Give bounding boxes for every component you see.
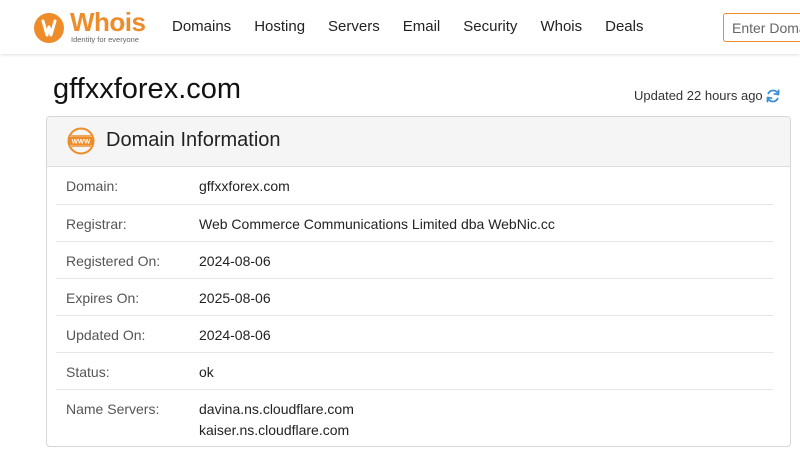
- nav-domains[interactable]: Domains: [172, 18, 231, 35]
- nav-whois[interactable]: Whois: [540, 18, 582, 35]
- row-label: Expires On:: [66, 290, 140, 306]
- row-label: Domain:: [66, 178, 119, 194]
- www-icon: WWW: [67, 127, 95, 155]
- nav-deals[interactable]: Deals: [605, 18, 643, 35]
- nav-servers[interactable]: Servers: [328, 18, 380, 35]
- refresh-icon[interactable]: [765, 88, 781, 104]
- logo-tagline: Identity for everyone: [71, 35, 139, 44]
- info-row-status: Status: ok: [56, 353, 773, 390]
- info-row-updated-on: Updated On: 2024-08-06: [56, 316, 773, 353]
- row-value: 2025-08-06: [199, 290, 271, 306]
- top-navbar: Whois Identity for everyone Domains Host…: [0, 0, 800, 54]
- info-row-domain: Domain: gffxxforex.com: [56, 167, 773, 205]
- nav-email[interactable]: Email: [403, 18, 441, 35]
- info-row-name-servers: Name Servers: davina.ns.cloudflare.com k…: [56, 390, 773, 446]
- row-value: ok: [199, 364, 214, 380]
- logo-mark-icon: [34, 13, 64, 43]
- name-server-2: kaiser.ns.cloudflare.com: [199, 422, 350, 438]
- updated-timestamp: Updated 22 hours ago: [634, 88, 763, 103]
- row-label: Registrar:: [66, 216, 127, 232]
- row-label: Name Servers:: [66, 401, 160, 417]
- card-title: Domain Information: [106, 129, 281, 151]
- row-label: Updated On:: [66, 327, 146, 343]
- svg-text:WWW: WWW: [72, 139, 91, 146]
- info-row-expires-on: Expires On: 2025-08-06: [56, 279, 773, 316]
- main-nav: Domains Hosting Servers Email Security W…: [172, 18, 666, 35]
- nav-security[interactable]: Security: [463, 18, 517, 35]
- domain-info-card: WWW Domain Information Domain: gffxxfore…: [46, 116, 791, 447]
- nav-hosting[interactable]: Hosting: [254, 18, 305, 35]
- row-value: 2024-08-06: [199, 327, 271, 343]
- row-value: Web Commerce Communications Limited dba …: [199, 216, 555, 232]
- row-label: Registered On:: [66, 253, 161, 269]
- info-row-registrar: Registrar: Web Commerce Communications L…: [56, 205, 773, 242]
- page-title: gffxxforex.com: [53, 73, 242, 105]
- info-row-registered-on: Registered On: 2024-08-06: [56, 242, 773, 279]
- logo-text: Whois: [70, 7, 146, 37]
- row-value: 2024-08-06: [199, 253, 271, 269]
- whois-logo[interactable]: Whois Identity for everyone: [33, 7, 151, 46]
- card-header: WWW Domain Information: [47, 117, 790, 167]
- row-label: Status:: [66, 364, 110, 380]
- search-input[interactable]: [723, 13, 800, 42]
- name-server-1: davina.ns.cloudflare.com: [199, 401, 354, 417]
- row-value: gffxxforex.com: [199, 178, 290, 194]
